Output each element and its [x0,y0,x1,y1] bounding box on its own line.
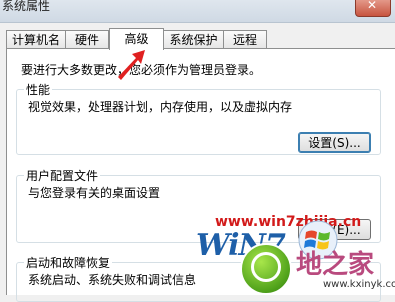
user-profiles-description: 与您登录有关的桌面设置 [28,186,161,200]
performance-settings-button[interactable]: 设置(S)... [298,132,371,153]
close-button[interactable] [355,0,391,17]
tab-system-protection[interactable]: 系统保护 [163,30,224,48]
performance-title: 性能 [24,81,53,98]
watermark-brand: 地之家 [296,250,375,280]
startup-recovery-title: 启动和故障恢复 [24,254,113,271]
tab-hardware[interactable]: 硬件 [65,30,109,48]
startup-recovery-description: 系统启动、系统失败和调试信息 [28,273,197,287]
red-arrow-icon [118,50,145,80]
tab-computer-name[interactable]: 计算机名 [6,30,66,48]
window-title: 系统属性 [2,0,51,13]
title-bar: 系统属性 [0,0,395,23]
tab-bar: 计算机名 硬件 高级 系统保护 远程 [6,28,395,50]
watermark-brand-url: www.kxinyk.com [323,279,395,290]
performance-description: 视觉效果，处理器计划，内存使用，以及虚拟内存 [28,100,293,114]
user-profiles-title: 用户配置文件 [24,167,101,184]
green-power-logo-icon [240,243,292,295]
tab-advanced[interactable]: 高级 [109,28,164,50]
tab-remote[interactable]: 远程 [223,30,267,48]
performance-group: 性能 视觉效果，处理器计划，内存使用，以及虚拟内存 设置(S)... [16,81,381,155]
